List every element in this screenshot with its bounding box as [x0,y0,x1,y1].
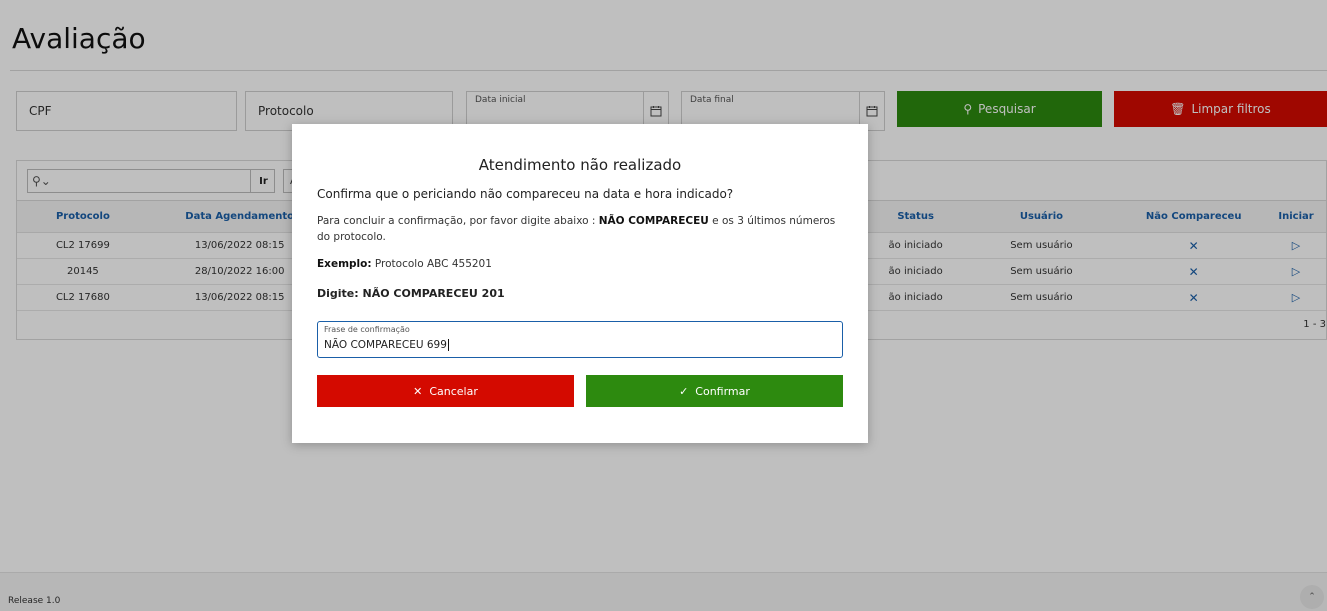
close-icon: ✕ [413,384,423,398]
check-icon: ✓ [679,384,689,398]
dialog-instruction: Para concluir a confirmação, por favor d… [317,213,842,245]
dialog-question: Confirma que o periciando não compareceu… [317,187,734,201]
confirm-label: Confirmar [695,384,750,398]
dialog-title: Atendimento não realizado [478,156,682,174]
instruction-bold: NÃO COMPARECEU [598,215,709,227]
cancel-label: Cancelar [429,384,478,398]
dialog-digite: Digite: NÃO COMPARECEU 201 [317,287,505,300]
example-value: Protocolo ABC 455201 [371,258,492,270]
dialog-example: Exemplo: Protocolo ABC 455201 [317,258,492,270]
confirmation-phrase-input[interactable]: Frase de confirmação NÃO COMPARECEU 699 [317,321,843,358]
confirmation-phrase-label: Frase de confirmação [324,325,410,334]
cancel-button[interactable]: ✕ Cancelar [317,375,574,407]
confirmation-phrase-value: NÃO COMPARECEU 699 [324,339,449,351]
instruction-pre: Para concluir a confirmação, por favor d… [317,215,599,227]
confirm-button[interactable]: ✓ Confirmar [586,375,843,407]
example-label: Exemplo: [317,258,372,270]
confirm-dialog: Atendimento não realizado Confirma que o… [292,124,868,443]
